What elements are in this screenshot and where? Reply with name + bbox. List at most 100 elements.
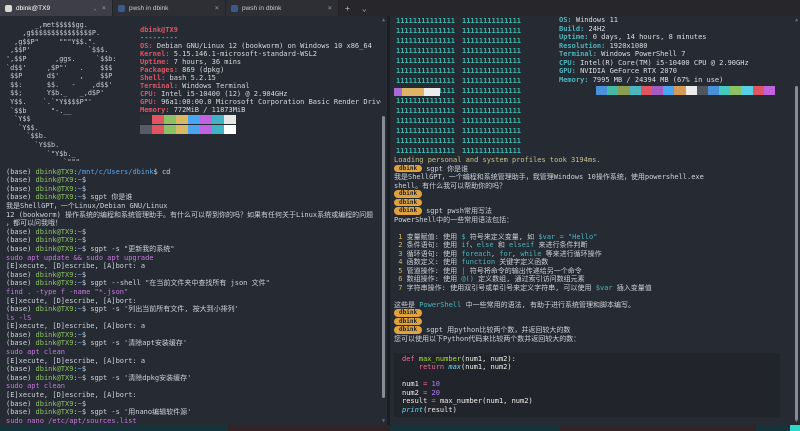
palette-swatch [402,88,424,96]
terminal-line: 7 字符串操作: 使用双引号或单引号来定义字符串, 可以使用 $var 插入变量… [394,284,793,293]
terminal-line: (base) dbink@TX9:~$ sgpt 你是谁 [6,193,381,202]
scrollbar-thumb[interactable] [382,116,385,398]
terminal-window: dbink@TX9⌄×pwsh in dbink×pwsh in dbink×+… [0,0,800,431]
terminal-line: (base) dbink@TX9:~$ sgpt -s '用nano编辑软件源' [6,408,381,417]
text-segment: def [402,355,419,363]
text-segment: foreach [461,250,491,258]
neofetch-info: dbink@TX9 --------- OS: Debian GNU/Linux… [140,26,381,134]
scrollbar-thumb[interactable] [795,86,798,421]
prompt-pill: dbink [394,326,422,334]
close-tab-icon[interactable]: × [214,4,220,12]
palette-swatch [212,115,224,124]
border-segment [228,425,390,431]
tab-title: pwsh in dbink [242,5,323,12]
palette-swatch [224,125,236,134]
text-segment: $ [82,236,90,244]
windows-logo-bottom-left: 11111111111111 11111111111111 1111111111… [396,86,455,156]
text-segment: find . -type f -name "*.json" [6,288,128,296]
tab-2[interactable]: pwsh in dbink × [113,0,226,16]
tab-dropdown-button[interactable]: ⌄ [356,0,373,16]
terminal-line: 12 (bookworm) 操作系统的编程和系统管理助手。有什么可以帮到你的吗？… [6,211,381,220]
text-segment: sgpt --shell "在当前文件夹中查找所有 json 文件" [90,279,270,287]
terminal-line: (base) dbink@TX9:~$ [6,365,381,374]
tab-title: pwsh in dbink [129,5,210,12]
terminal-line: shell。有什么我可以帮助你的吗？ [394,182,793,191]
scroll-up-icon[interactable]: ▲ [380,16,387,24]
text-segment: max [448,363,461,371]
pwsh-terminal-pane[interactable]: 11111111111111 11111111111111 1111111111… [390,16,793,425]
text-segment: (base) [6,408,36,416]
terminal-line: (base) dbink@TX9:~$ [6,236,381,245]
text-segment: dbink@TX9 [36,228,74,236]
scroll-down-icon[interactable]: ▼ [793,417,800,425]
terminal-line: find . -type f -name "*.json" [6,288,381,297]
text-segment: 数组操作: 使用 [407,275,462,283]
text-segment: $ [82,271,90,279]
terminal-line: [E]xecute, [D]escribe, [A]bort: a [6,322,381,331]
tab-title: dbink@TX9 [16,5,89,12]
text-segment: dbink@TX9 [36,305,74,313]
tab-3[interactable]: pwsh in dbink × [226,0,339,16]
terminal-line: [E]xecute, [D]escribe, [A]bort: [6,391,381,400]
text-segment: sudo apt update && sudo apt upgrade [6,254,154,262]
terminal-line: 5 管道操作: 使用 | 符号将命令的输出传递给另一个命令 [394,267,793,276]
text-segment: dbink@TX9 [36,365,74,373]
palette-swatch [176,125,188,134]
terminal-line: dbink [394,309,793,318]
text-segment: , [491,250,499,258]
text-segment: [E]xecute, [D]escribe, [A]bort: a [6,357,145,365]
text-segment: sudo nano /etc/apt/sources.list [6,417,137,425]
terminal-line: 1 变量赋值: 使用 $ 符号来定义变量, 如 $var = "Hello" [394,233,793,242]
palette-swatch [200,115,212,124]
text-segment: 符号将命令的输出传递给另一个命令 [466,267,582,275]
text-segment: 来进行条件判断 [534,241,587,249]
palette-swatch [140,125,152,134]
text-segment: num1 [402,380,423,388]
text-segment: (base) [6,374,36,382]
prompt-pill: dbink [394,165,422,173]
text-segment: (base) [6,365,36,373]
wsl-terminal-pane[interactable]: dbinkwsl _,met$$$$$gg. ,g$$$$$$$$$$$$$$$… [0,16,381,425]
terminal-line: [E]xecute, [D]escribe, [A]bort: a [6,262,381,271]
palette-swatch [674,86,685,95]
palette-swatch [164,115,176,124]
prompt-pill: dbink [394,199,422,207]
text-segment: 中一些常用的语法, 有助于进行系统管理和脚本编写。 [461,301,635,309]
text-segment: 循环语句: 使用 [407,250,462,258]
winfetch-color-palette [596,86,775,95]
palette-swatch [152,115,164,124]
close-tab-icon[interactable]: × [327,4,333,12]
scroll-down-icon[interactable]: ▼ [380,417,387,425]
left-pane-scrollbar[interactable]: ▲ ▼ [380,16,387,425]
windows-logo-top-right: 11111111111111 11111111111111 1111111111… [462,16,521,86]
text-segment: (base) [6,245,36,253]
text-segment: sudo apt clean [6,382,65,390]
close-tab-icon[interactable]: × [101,4,107,12]
palette-swatch [686,86,697,95]
text-segment: dbink@TX9 [36,271,74,279]
palette-swatch [152,125,164,134]
text-segment: max_number [419,355,461,363]
terminal-line: ls -lS [6,314,381,323]
scroll-up-icon[interactable]: ▲ [793,16,800,24]
text-segment: (base) [6,236,36,244]
text-segment: [E]xecute, [D]escribe, [A]bort: a [6,322,145,330]
new-tab-button[interactable]: + [339,0,356,16]
terminal-line: (base) dbink@TX9:~$ sgpt -s '列出当前所有文件, 按… [6,305,381,314]
text-segment: (base) [6,193,36,201]
terminal-line: 我是ShellGPT，一个编程和系统管理助手，我管理Windows 10操作系统… [394,173,793,182]
right-pane-scrollbar[interactable]: ▲ ▼ [793,16,800,425]
terminal-line: return max(num1, num2) [402,363,780,372]
terminal-line: (base) dbink@TX9:~$ [6,331,381,340]
palette-swatch [140,115,152,124]
text-segment: $var [596,284,613,292]
text-segment: 7 [394,284,407,292]
tab-1[interactable]: dbink@TX9⌄× [0,0,113,16]
text-segment: dbink@TX9 [36,374,74,382]
winfetch-field: Terminal: Windows PowerShell 7 [559,50,749,59]
debian-ascii-logo: _,met$$$$$gg. ,g$$$$$$$$$$$$$$$P. ,g$$P"… [6,21,117,167]
text-segment: sgpt 你是谁 [426,165,468,173]
text-segment: 这些是 [394,301,419,309]
text-segment: (base) [6,400,36,408]
text-segment: for [499,250,512,258]
